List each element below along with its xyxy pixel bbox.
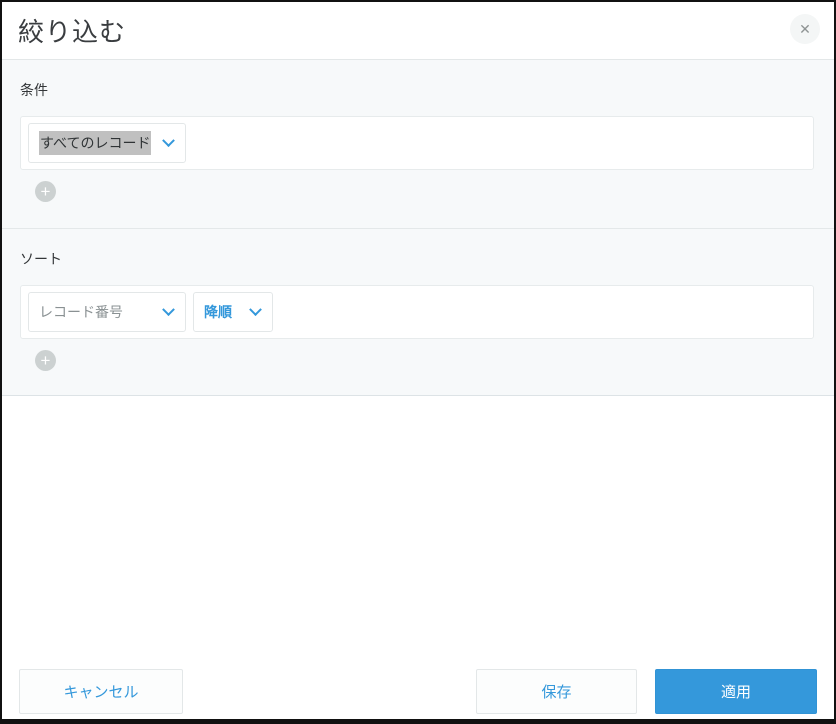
record-scope-dropdown[interactable]: すべてのレコード [28,123,186,163]
condition-row: すべてのレコード [20,116,814,170]
sort-field-value: レコード番号 [39,304,123,320]
plus-icon: + [40,182,51,201]
cancel-button[interactable]: キャンセル [19,669,183,714]
apply-button[interactable]: 適用 [655,669,817,714]
sort-order-dropdown[interactable]: 降順 [193,292,273,332]
chevron-down-icon [162,133,175,147]
chevron-down-icon [162,302,175,316]
plus-icon: + [40,351,51,370]
dialog-header: 絞り込む ✕ [2,2,834,60]
sort-section: ソート レコード番号 降順 + [2,228,834,396]
footer-right-group: 保存 適用 [476,669,817,714]
filter-dialog: 絞り込む ✕ 条件 すべてのレコード + ソート レコード番号 降順 + キャン… [0,0,836,724]
conditions-section: 条件 すべてのレコード + [2,60,834,228]
close-button[interactable]: ✕ [790,14,820,44]
sort-label: ソート [20,251,62,267]
dialog-footer: キャンセル 保存 適用 [2,669,834,719]
sort-order-value: 降順 [204,304,232,320]
dialog-title: 絞り込む [18,17,127,47]
sort-row: レコード番号 降順 [20,285,814,339]
sort-field-dropdown[interactable]: レコード番号 [28,292,186,332]
record-scope-value: すべてのレコード [39,131,152,155]
add-condition-button[interactable]: + [35,181,56,202]
add-sort-button[interactable]: + [35,350,56,371]
close-icon: ✕ [799,21,811,37]
dialog-body-spacer [2,396,834,669]
save-button[interactable]: 保存 [476,669,637,714]
conditions-label: 条件 [20,82,48,98]
chevron-down-icon [249,302,262,316]
